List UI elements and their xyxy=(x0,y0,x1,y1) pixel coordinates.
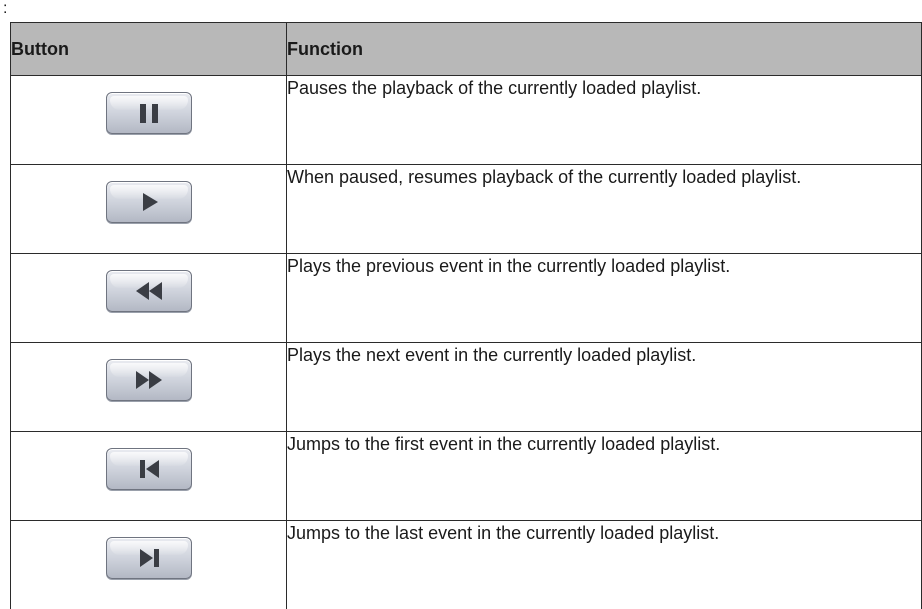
table-row: When paused, resumes playback of the cur… xyxy=(11,165,922,254)
table-row: Plays the previous event in the currentl… xyxy=(11,254,922,343)
function-description: Plays the previous event in the currentl… xyxy=(287,254,922,343)
skip-to-end-icon xyxy=(107,538,191,578)
rewind-button[interactable] xyxy=(106,270,192,312)
function-description: Jumps to the first event in the currentl… xyxy=(287,432,922,521)
play-icon xyxy=(107,182,191,222)
button-cell xyxy=(11,254,287,343)
skip-to-end-button[interactable] xyxy=(106,537,192,579)
button-cell xyxy=(11,165,287,254)
function-description: Pauses the playback of the currently loa… xyxy=(287,76,922,165)
table-row: Jumps to the last event in the currently… xyxy=(11,521,922,609)
pause-button[interactable] xyxy=(106,92,192,134)
button-function-table: Button Function Pauses the playback of t… xyxy=(10,22,922,609)
function-description: Jumps to the last event in the currently… xyxy=(287,521,922,609)
skip-to-start-icon xyxy=(107,449,191,489)
pause-icon xyxy=(107,93,191,133)
column-header-function: Function xyxy=(287,23,922,76)
button-cell xyxy=(11,432,287,521)
button-cell xyxy=(11,343,287,432)
function-description: Plays the next event in the currently lo… xyxy=(287,343,922,432)
fast-forward-button[interactable] xyxy=(106,359,192,401)
leading-colon: : xyxy=(3,0,7,18)
button-cell xyxy=(11,521,287,609)
table-row: Plays the next event in the currently lo… xyxy=(11,343,922,432)
fast-forward-icon xyxy=(107,360,191,400)
table-header-row: Button Function xyxy=(11,23,922,76)
rewind-icon xyxy=(107,271,191,311)
function-description: When paused, resumes playback of the cur… xyxy=(287,165,922,254)
button-cell xyxy=(11,76,287,165)
table-row: Pauses the playback of the currently loa… xyxy=(11,76,922,165)
play-button[interactable] xyxy=(106,181,192,223)
table-row: Jumps to the first event in the currentl… xyxy=(11,432,922,521)
column-header-button: Button xyxy=(11,23,287,76)
skip-to-start-button[interactable] xyxy=(106,448,192,490)
